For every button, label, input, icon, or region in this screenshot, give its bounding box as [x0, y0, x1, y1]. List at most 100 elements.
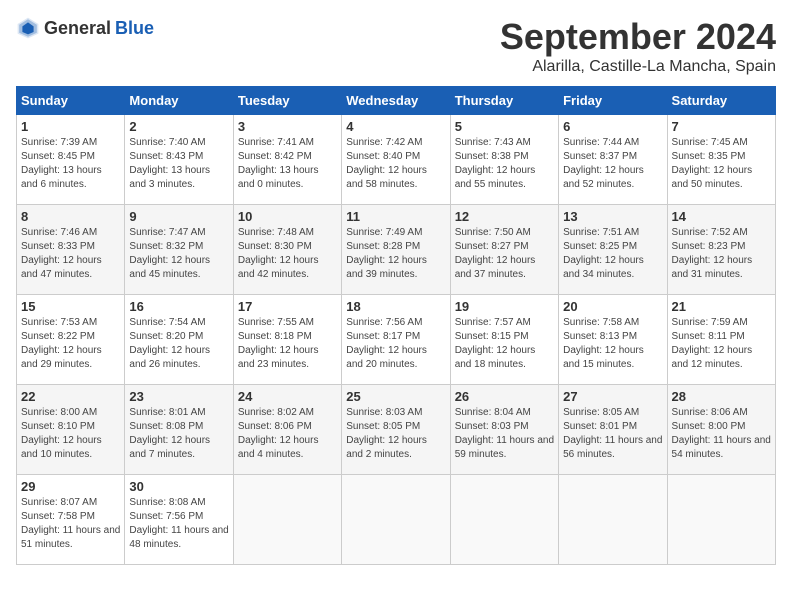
calendar-cell: 18 Sunrise: 7:56 AMSunset: 8:17 PMDayligh…	[342, 295, 450, 385]
calendar-cell: 9 Sunrise: 7:47 AMSunset: 8:32 PMDaylight…	[125, 205, 233, 295]
calendar-cell: 26 Sunrise: 8:04 AMSunset: 8:03 PMDayligh…	[450, 385, 558, 475]
title-block: September 2024 Alarilla, Castille-La Man…	[500, 16, 776, 76]
calendar-cell: 12 Sunrise: 7:50 AMSunset: 8:27 PMDayligh…	[450, 205, 558, 295]
calendar-week-row: 15Sunrise: 7:53 AMSunset: 8:22 PMDayligh…	[17, 295, 776, 385]
calendar-cell	[233, 475, 341, 565]
calendar-cell: 17 Sunrise: 7:55 AMSunset: 8:18 PMDayligh…	[233, 295, 341, 385]
day-detail: Sunrise: 8:07 AMSunset: 7:58 PMDaylight:…	[21, 497, 120, 550]
calendar-cell: 29 Sunrise: 8:07 AMSunset: 7:58 PMDayligh…	[17, 475, 125, 565]
day-number: 23	[129, 389, 228, 404]
calendar-cell: 22Sunrise: 8:00 AMSunset: 8:10 PMDayligh…	[17, 385, 125, 475]
day-detail: Sunrise: 7:39 AMSunset: 8:45 PMDaylight:…	[21, 137, 102, 190]
header-saturday: Saturday	[667, 87, 775, 115]
logo-blue: Blue	[115, 18, 154, 39]
calendar-cell: 4 Sunrise: 7:42 AMSunset: 8:40 PMDaylight…	[342, 115, 450, 205]
day-number: 4	[346, 119, 445, 134]
day-detail: Sunrise: 7:50 AMSunset: 8:27 PMDaylight:…	[455, 227, 536, 280]
calendar-cell: 13Sunrise: 7:51 AMSunset: 8:25 PMDayligh…	[559, 205, 667, 295]
calendar-cell: 8 Sunrise: 7:46 AMSunset: 8:33 PMDaylight…	[17, 205, 125, 295]
day-number: 25	[346, 389, 445, 404]
calendar-cell: 25 Sunrise: 8:03 AMSunset: 8:05 PMDayligh…	[342, 385, 450, 475]
day-number: 6	[563, 119, 662, 134]
day-detail: Sunrise: 7:47 AMSunset: 8:32 PMDaylight:…	[129, 227, 210, 280]
day-number: 7	[672, 119, 771, 134]
day-detail: Sunrise: 7:43 AMSunset: 8:38 PMDaylight:…	[455, 137, 536, 190]
day-detail: Sunrise: 8:00 AMSunset: 8:10 PMDaylight:…	[21, 407, 102, 460]
calendar-cell: 2 Sunrise: 7:40 AMSunset: 8:43 PMDaylight…	[125, 115, 233, 205]
calendar-table: Sunday Monday Tuesday Wednesday Thursday…	[16, 86, 776, 565]
day-detail: Sunrise: 7:40 AMSunset: 8:43 PMDaylight:…	[129, 137, 210, 190]
calendar-cell: 19 Sunrise: 7:57 AMSunset: 8:15 PMDayligh…	[450, 295, 558, 385]
calendar-cell: 3Sunrise: 7:41 AMSunset: 8:42 PMDaylight…	[233, 115, 341, 205]
day-detail: Sunrise: 8:06 AMSunset: 8:00 PMDaylight:…	[672, 407, 771, 460]
day-number: 30	[129, 479, 228, 494]
calendar-cell: 24Sunrise: 8:02 AMSunset: 8:06 PMDayligh…	[233, 385, 341, 475]
day-detail: Sunrise: 7:57 AMSunset: 8:15 PMDaylight:…	[455, 317, 536, 370]
day-detail: Sunrise: 7:48 AMSunset: 8:30 PMDaylight:…	[238, 227, 319, 280]
logo: GeneralBlue	[16, 16, 154, 40]
logo-general: General	[44, 18, 111, 39]
day-detail: Sunrise: 8:04 AMSunset: 8:03 PMDaylight:…	[455, 407, 554, 460]
header-friday: Friday	[559, 87, 667, 115]
day-number: 14	[672, 209, 771, 224]
calendar-cell: 11Sunrise: 7:49 AMSunset: 8:28 PMDayligh…	[342, 205, 450, 295]
day-detail: Sunrise: 7:59 AMSunset: 8:11 PMDaylight:…	[672, 317, 753, 370]
header-wednesday: Wednesday	[342, 87, 450, 115]
calendar-cell	[450, 475, 558, 565]
calendar-cell: 15Sunrise: 7:53 AMSunset: 8:22 PMDayligh…	[17, 295, 125, 385]
header-thursday: Thursday	[450, 87, 558, 115]
calendar-cell: 28Sunrise: 8:06 AMSunset: 8:00 PMDayligh…	[667, 385, 775, 475]
day-detail: Sunrise: 7:53 AMSunset: 8:22 PMDaylight:…	[21, 317, 102, 370]
logo-icon	[16, 16, 40, 40]
day-detail: Sunrise: 7:45 AMSunset: 8:35 PMDaylight:…	[672, 137, 753, 190]
calendar-cell: 20Sunrise: 7:58 AMSunset: 8:13 PMDayligh…	[559, 295, 667, 385]
day-detail: Sunrise: 7:55 AMSunset: 8:18 PMDaylight:…	[238, 317, 319, 370]
day-number: 16	[129, 299, 228, 314]
calendar-cell: 16 Sunrise: 7:54 AMSunset: 8:20 PMDayligh…	[125, 295, 233, 385]
day-detail: Sunrise: 8:03 AMSunset: 8:05 PMDaylight:…	[346, 407, 427, 460]
location-title: Alarilla, Castille-La Mancha, Spain	[500, 58, 776, 76]
day-detail: Sunrise: 7:51 AMSunset: 8:25 PMDaylight:…	[563, 227, 644, 280]
day-detail: Sunrise: 7:41 AMSunset: 8:42 PMDaylight:…	[238, 137, 319, 190]
day-number: 26	[455, 389, 554, 404]
calendar-cell	[342, 475, 450, 565]
day-number: 1	[21, 119, 120, 134]
day-detail: Sunrise: 7:42 AMSunset: 8:40 PMDaylight:…	[346, 137, 427, 190]
day-number: 8	[21, 209, 120, 224]
day-number: 29	[21, 479, 120, 494]
header-tuesday: Tuesday	[233, 87, 341, 115]
day-number: 27	[563, 389, 662, 404]
header-row: Sunday Monday Tuesday Wednesday Thursday…	[17, 87, 776, 115]
header-sunday: Sunday	[17, 87, 125, 115]
day-number: 19	[455, 299, 554, 314]
calendar-cell: 27 Sunrise: 8:05 AMSunset: 8:01 PMDayligh…	[559, 385, 667, 475]
calendar-week-row: 8 Sunrise: 7:46 AMSunset: 8:33 PMDaylight…	[17, 205, 776, 295]
month-title: September 2024	[500, 16, 776, 58]
calendar-cell: 6Sunrise: 7:44 AMSunset: 8:37 PMDaylight…	[559, 115, 667, 205]
day-number: 17	[238, 299, 337, 314]
day-detail: Sunrise: 7:56 AMSunset: 8:17 PMDaylight:…	[346, 317, 427, 370]
calendar-week-row: 1 Sunrise: 7:39 AMSunset: 8:45 PMDaylight…	[17, 115, 776, 205]
day-detail: Sunrise: 8:05 AMSunset: 8:01 PMDaylight:…	[563, 407, 662, 460]
day-detail: Sunrise: 7:58 AMSunset: 8:13 PMDaylight:…	[563, 317, 644, 370]
calendar-cell: 5 Sunrise: 7:43 AMSunset: 8:38 PMDaylight…	[450, 115, 558, 205]
day-number: 2	[129, 119, 228, 134]
day-number: 10	[238, 209, 337, 224]
day-detail: Sunrise: 7:52 AMSunset: 8:23 PMDaylight:…	[672, 227, 753, 280]
day-number: 12	[455, 209, 554, 224]
calendar-cell: 21 Sunrise: 7:59 AMSunset: 8:11 PMDayligh…	[667, 295, 775, 385]
calendar-cell: 10 Sunrise: 7:48 AMSunset: 8:30 PMDayligh…	[233, 205, 341, 295]
day-number: 21	[672, 299, 771, 314]
day-detail: Sunrise: 7:46 AMSunset: 8:33 PMDaylight:…	[21, 227, 102, 280]
day-detail: Sunrise: 7:54 AMSunset: 8:20 PMDaylight:…	[129, 317, 210, 370]
page-header: GeneralBlue September 2024 Alarilla, Cas…	[16, 16, 776, 76]
day-number: 5	[455, 119, 554, 134]
day-number: 9	[129, 209, 228, 224]
day-number: 18	[346, 299, 445, 314]
day-detail: Sunrise: 8:01 AMSunset: 8:08 PMDaylight:…	[129, 407, 210, 460]
calendar-cell: 7 Sunrise: 7:45 AMSunset: 8:35 PMDaylight…	[667, 115, 775, 205]
calendar-week-row: 22Sunrise: 8:00 AMSunset: 8:10 PMDayligh…	[17, 385, 776, 475]
calendar-cell: 1 Sunrise: 7:39 AMSunset: 8:45 PMDaylight…	[17, 115, 125, 205]
day-detail: Sunrise: 7:49 AMSunset: 8:28 PMDaylight:…	[346, 227, 427, 280]
day-detail: Sunrise: 8:08 AMSunset: 7:56 PMDaylight:…	[129, 497, 228, 550]
